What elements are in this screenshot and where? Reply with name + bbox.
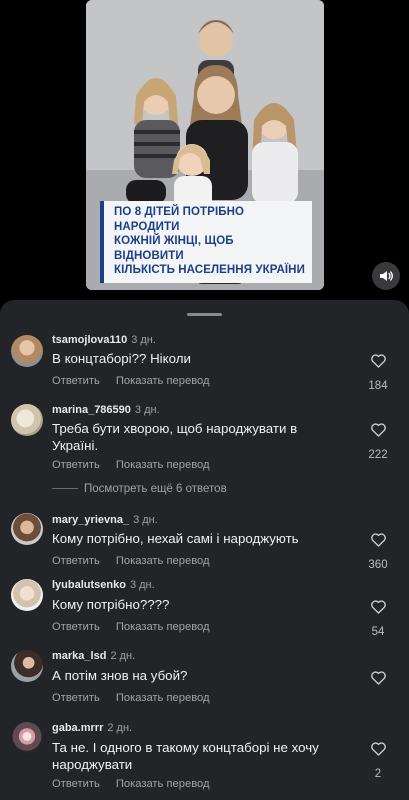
like-button[interactable]: 2 xyxy=(363,741,393,780)
username-text: marka_lsd xyxy=(52,650,107,662)
comment-username[interactable]: marka_lsd 2 дн. xyxy=(52,650,135,662)
heart-icon xyxy=(370,600,386,614)
like-button[interactable]: 360 xyxy=(363,532,393,571)
avatar[interactable] xyxy=(11,579,43,611)
sound-toggle-button[interactable] xyxy=(372,262,400,290)
heart-icon xyxy=(370,354,386,368)
avatar[interactable] xyxy=(11,650,43,682)
comment-text: А потім знов на убой? xyxy=(52,668,188,683)
comment-text: В концтаборі?? Ніколи xyxy=(52,351,191,366)
like-button[interactable]: 54 xyxy=(363,599,393,638)
sheet-grabber[interactable] xyxy=(187,313,222,316)
comment-time: 3 дн. xyxy=(131,334,156,346)
avatar[interactable] xyxy=(11,513,43,545)
heart-icon xyxy=(370,423,386,437)
show-translation-button[interactable]: Показать перевод xyxy=(116,621,210,633)
like-count: 54 xyxy=(371,626,385,638)
show-translation-button[interactable]: Показать перевод xyxy=(116,778,210,790)
video-area[interactable]: ПО 8 ДІТЕЙ ПОТРІБНО НАРОДИТИ КОЖНІЙ ЖІНЦ… xyxy=(0,0,409,300)
show-translation-button[interactable]: Показать перевод xyxy=(116,692,210,704)
reply-button[interactable]: Ответить xyxy=(52,692,100,704)
comment-actions: Ответить Показать перевод xyxy=(52,621,210,633)
comment-username[interactable]: lyubalutsenko 3 дн. xyxy=(52,579,155,591)
reply-button[interactable]: Ответить xyxy=(52,459,100,471)
comment-actions: Ответить Показать перевод xyxy=(52,555,210,567)
more-replies-label: Посмотреть ещё 6 ответов xyxy=(84,483,227,495)
like-button[interactable]: 184 xyxy=(363,353,393,392)
like-button[interactable]: 222 xyxy=(363,422,393,461)
comment-username[interactable]: tsamojlova110 3 дн. xyxy=(52,334,156,346)
heart-icon xyxy=(370,742,386,756)
comment-username[interactable]: marina_786590 3 дн. xyxy=(52,404,160,416)
show-translation-button[interactable]: Показать перевод xyxy=(116,459,210,471)
comment-username[interactable]: gaba.mrrr 2 дн. xyxy=(52,722,132,734)
video-player[interactable]: ПО 8 ДІТЕЙ ПОТРІБНО НАРОДИТИ КОЖНІЙ ЖІНЦ… xyxy=(86,0,324,290)
username-text: tsamojlova110 xyxy=(52,334,128,346)
show-translation-button[interactable]: Показать перевод xyxy=(116,555,210,567)
replies-divider xyxy=(52,488,78,490)
comment-time: 3 дн. xyxy=(134,404,160,416)
caption-line: ПО 8 ДІТЕЙ ПОТРІБНО НАРОДИТИ xyxy=(114,206,245,233)
comment-time: 2 дн. xyxy=(107,722,133,734)
like-count: 2 xyxy=(374,768,382,780)
comment-time: 2 дн. xyxy=(110,650,136,662)
comment-actions: Ответить Показать перевод xyxy=(52,778,210,790)
comment-actions: Ответить Показать перевод xyxy=(52,375,210,387)
caption-line: КІЛЬКІСТЬ НАСЕЛЕННЯ УКРАЇНИ xyxy=(114,264,305,276)
comment-actions: Ответить Показать перевод xyxy=(52,459,210,471)
view-more-replies-button[interactable]: Посмотреть ещё 6 ответов xyxy=(52,483,227,495)
like-count: 222 xyxy=(368,449,388,461)
avatar[interactable] xyxy=(11,335,43,367)
comment-username[interactable]: mary_yrievna_ 3 дн. xyxy=(52,514,158,526)
caption-line: КОЖНІЙ ЖІНЦІ, ЩОБ ВІДНОВИТИ xyxy=(114,235,234,262)
like-button[interactable] xyxy=(363,670,393,685)
reply-button[interactable]: Ответить xyxy=(52,555,100,567)
avatar[interactable] xyxy=(11,404,43,436)
comment-text: Кому потрібно, нехай самі і народжують xyxy=(52,531,299,546)
username-text: mary_yrievna_ xyxy=(52,514,130,526)
video-caption: ПО 8 ДІТЕЙ ПОТРІБНО НАРОДИТИ КОЖНІЙ ЖІНЦ… xyxy=(100,201,312,283)
comment-text: Кому потрібно???? xyxy=(52,597,170,612)
comment-time: 3 дн. xyxy=(133,514,158,526)
speaker-icon xyxy=(380,271,393,281)
comment-actions: Ответить Показать перевод xyxy=(52,692,210,704)
heart-icon xyxy=(370,533,386,547)
like-count: 360 xyxy=(368,559,388,571)
reply-button[interactable]: Ответить xyxy=(52,778,100,790)
comments-sheet: tsamojlova110 3 дн. В концтаборі?? Ніколи… xyxy=(0,300,409,800)
username-text: marina_786590 xyxy=(52,404,131,416)
reply-button[interactable]: Ответить xyxy=(52,621,100,633)
heart-icon xyxy=(370,671,386,685)
comment-text: Та не. І одного в такому концтаборі не х… xyxy=(52,740,319,772)
like-count: 184 xyxy=(368,380,388,392)
avatar[interactable] xyxy=(11,722,43,754)
show-translation-button[interactable]: Показать перевод xyxy=(116,375,210,387)
comment-text: Треба бути хворою, щоб народжувати в Укр… xyxy=(52,421,298,453)
comment-time: 3 дн. xyxy=(129,579,155,591)
username-text: lyubalutsenko xyxy=(52,579,126,591)
username-text: gaba.mrrr xyxy=(52,722,104,734)
reply-button[interactable]: Ответить xyxy=(52,375,100,387)
